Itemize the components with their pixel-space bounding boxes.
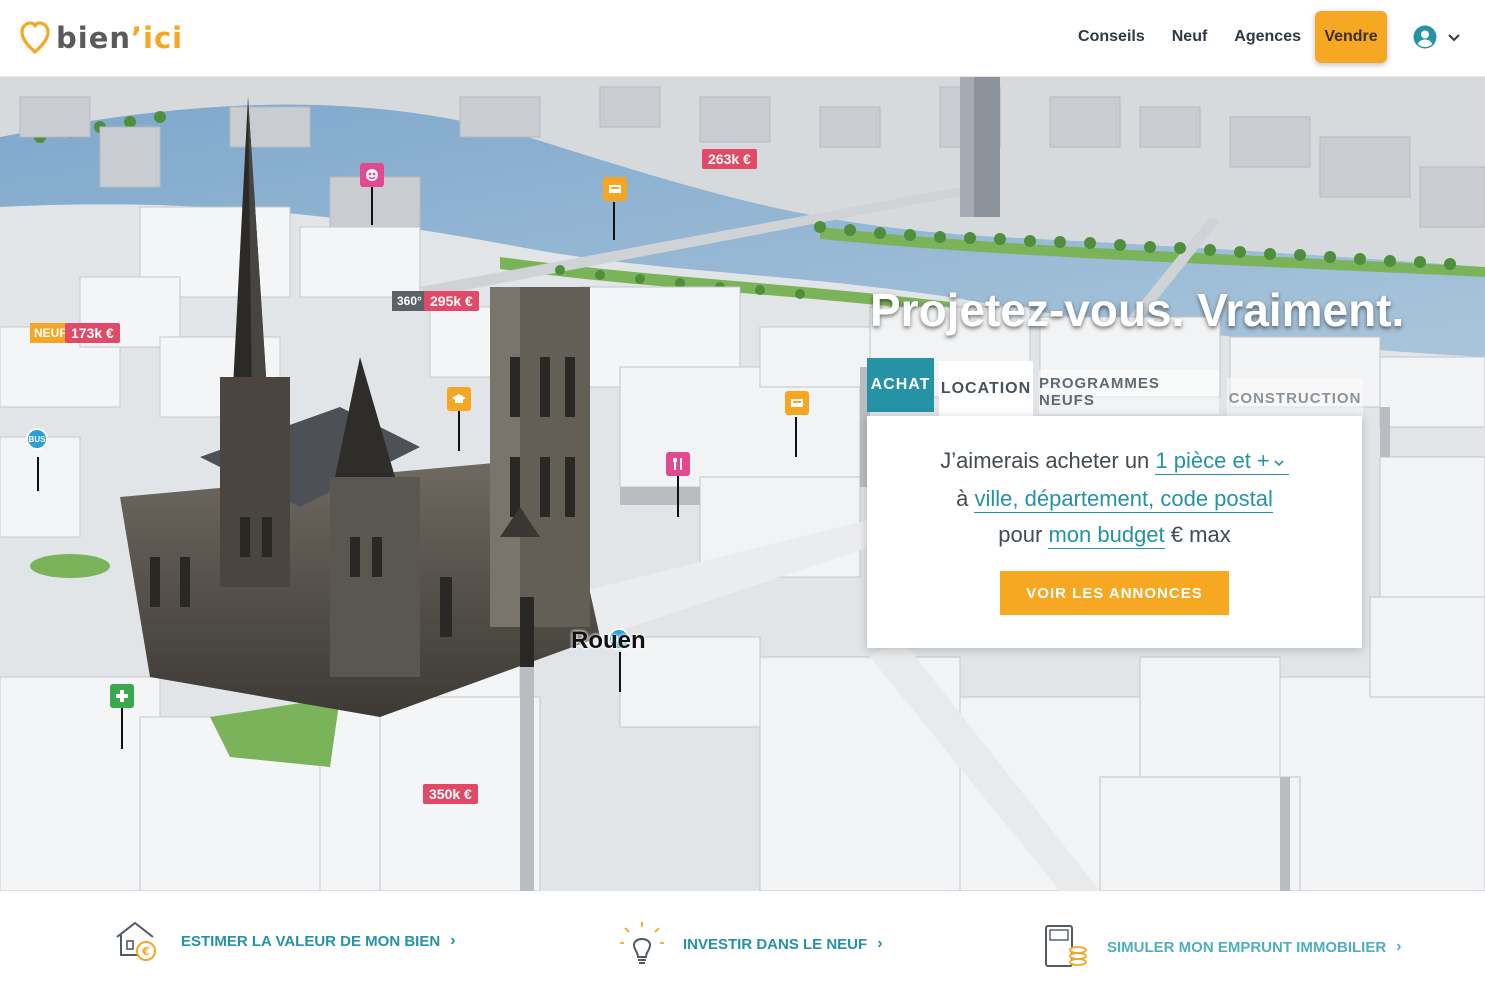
- logo[interactable]: bien’ici: [20, 20, 183, 56]
- shop-poi-icon[interactable]: [603, 177, 627, 201]
- hero-3d-map[interactable]: BUS BUS 263k € 360° 295k € NEUF 173k € 3…: [0, 77, 1485, 891]
- heart-logo-icon: [20, 21, 50, 54]
- user-avatar-icon: [1413, 25, 1437, 49]
- feature-label: ESTIMER LA VALEUR DE MON BIEN: [181, 932, 441, 950]
- map-pin-line: [458, 407, 460, 451]
- chevron-right-icon: ›: [877, 935, 883, 952]
- location-input[interactable]: ville, département, code postal: [974, 486, 1273, 513]
- svg-text:€: €: [141, 945, 150, 958]
- calculator-coins-icon: [1045, 925, 1087, 967]
- nav-agences[interactable]: Agences: [1234, 28, 1301, 46]
- map-pin-line: [795, 417, 797, 457]
- feature-invest[interactable]: INVESTIR DANS LE NEUF ›: [619, 921, 883, 967]
- house-euro-icon: €: [116, 921, 156, 961]
- nav-conseils[interactable]: Conseils: [1078, 28, 1145, 46]
- tab-achat[interactable]: ACHAT: [867, 358, 934, 412]
- school-poi-icon[interactable]: [447, 387, 471, 411]
- site-header: bien’ici Conseils Neuf Agences Vendre: [0, 0, 1485, 77]
- logo-text: bien’ici: [56, 21, 184, 55]
- city-label: Rouen: [571, 627, 646, 654]
- lightbulb-icon: [620, 922, 664, 964]
- search-line-budget: pour mon budget € max: [867, 522, 1362, 549]
- search-suffix: € max: [1170, 522, 1231, 547]
- account-menu[interactable]: [1413, 25, 1461, 49]
- feature-simulate[interactable]: SIMULER MON EMPRUNT IMMOBILIER ›: [1043, 924, 1401, 970]
- rooms-dropdown[interactable]: 1 pièce et +: [1155, 448, 1289, 475]
- map-pin-line: [121, 705, 123, 749]
- see-listings-button[interactable]: VOIR LES ANNONCES: [1000, 571, 1229, 615]
- tab-construction[interactable]: CONSTRUCTION: [1227, 378, 1363, 418]
- price-tag[interactable]: 295k €: [424, 291, 479, 311]
- chevron-down-icon: [1448, 34, 1460, 42]
- search-card: J’aimerais acheter un 1 pièce et + à vil…: [867, 416, 1362, 648]
- map-pin-line: [677, 475, 679, 517]
- chevron-right-icon: ›: [1396, 938, 1402, 955]
- map-pin-line: [619, 652, 621, 692]
- map-pin-line: [613, 202, 615, 240]
- tab-programmes-neufs[interactable]: PROGRAMMES NEUFS: [1039, 370, 1219, 414]
- feature-links: € ESTIMER LA VALEUR DE MON BIEN › INVEST…: [0, 891, 1485, 990]
- restaurant-poi-icon[interactable]: [666, 452, 690, 476]
- pharmacy-poi-icon[interactable]: [110, 684, 134, 708]
- feature-label: SIMULER MON EMPRUNT IMMOBILIER: [1107, 938, 1387, 956]
- map-pin-line: [37, 457, 39, 491]
- search-prefix: J’aimerais acheter un: [940, 448, 1150, 473]
- main-nav: Conseils Neuf Agences Vendre: [1078, 10, 1461, 64]
- hero-title: Projetez-vous. Vraiment.: [870, 284, 1405, 336]
- sell-button[interactable]: Vendre: [1315, 11, 1387, 63]
- price-tag[interactable]: 173k €: [65, 323, 120, 343]
- chevron-down-icon: [1274, 460, 1284, 467]
- price-tag[interactable]: 263k €: [702, 149, 757, 169]
- bus-stop-icon[interactable]: BUS: [26, 428, 48, 450]
- rooms-value: 1 pièce et +: [1155, 448, 1270, 473]
- tab-location[interactable]: LOCATION: [939, 361, 1033, 416]
- budget-input[interactable]: mon budget: [1048, 522, 1165, 549]
- feature-estimate[interactable]: € ESTIMER LA VALEUR DE MON BIEN ›: [113, 919, 456, 963]
- search-line-location: à ville, département, code postal: [867, 486, 1362, 513]
- shop-poi-icon[interactable]: [785, 391, 809, 415]
- search-line-property: J’aimerais acheter un 1 pièce et +: [867, 448, 1362, 475]
- nav-neuf[interactable]: Neuf: [1172, 28, 1208, 46]
- feature-label: INVESTIR DANS LE NEUF: [683, 935, 868, 953]
- chevron-right-icon: ›: [450, 932, 456, 949]
- search-prefix: à: [956, 486, 969, 511]
- map-pin-line: [371, 181, 373, 225]
- culture-poi-icon[interactable]: [360, 163, 384, 187]
- price-tag[interactable]: 350k €: [423, 784, 478, 804]
- search-prefix: pour: [998, 522, 1043, 547]
- badge-360: 360°: [392, 291, 427, 311]
